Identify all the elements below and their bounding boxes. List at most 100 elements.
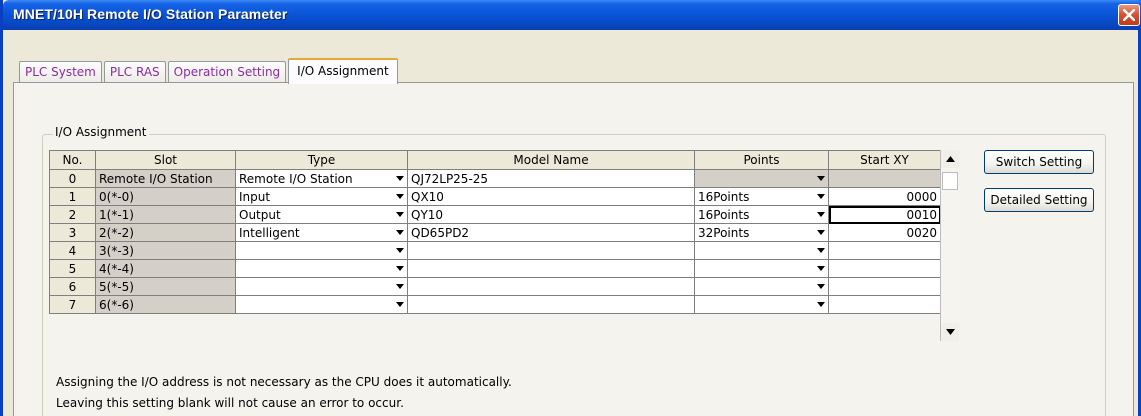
type-value: Input — [239, 189, 271, 204]
type-dropdown[interactable] — [235, 241, 408, 260]
chevron-down-icon — [396, 176, 404, 181]
chevron-down-icon — [396, 212, 404, 217]
points-dropdown[interactable] — [694, 241, 829, 260]
tab-plc-system[interactable]: PLC System — [19, 61, 102, 83]
slot-cell: 5(*-5) — [95, 277, 236, 296]
row-number: 4 — [49, 241, 96, 260]
type-dropdown[interactable]: Remote I/O Station — [235, 169, 408, 188]
slot-cell: 1(*-1) — [95, 205, 236, 224]
type-value: Intelligent — [239, 225, 300, 240]
start-xy-cell[interactable]: 0020 — [828, 223, 941, 242]
scroll-up-button[interactable] — [941, 150, 959, 168]
scrollbar-thumb[interactable] — [942, 172, 958, 190]
points-dropdown[interactable]: 16Points — [694, 187, 829, 206]
slot-cell: 4(*-4) — [95, 259, 236, 278]
dialog-window: MNET/10H Remote I/O Station Parameter PL… — [0, 0, 1141, 416]
points-dropdown[interactable] — [694, 169, 829, 188]
row-number: 2 — [49, 205, 96, 224]
model-name-cell[interactable]: QD65PD2 — [407, 223, 695, 242]
close-icon — [1123, 9, 1135, 21]
start-xy-cell[interactable] — [828, 277, 941, 296]
close-button[interactable] — [1118, 4, 1140, 26]
type-dropdown[interactable]: Input — [235, 187, 408, 206]
chevron-down-icon — [817, 266, 825, 271]
points-dropdown[interactable] — [694, 259, 829, 278]
chevron-down-icon — [396, 248, 404, 253]
points-dropdown[interactable] — [694, 277, 829, 296]
table-row: 7 6(*-6) — [49, 295, 941, 314]
title-bar[interactable]: MNET/10H Remote I/O Station Parameter — [3, 0, 1141, 30]
start-xy-cell[interactable] — [828, 295, 941, 314]
slot-cell: 0(*-0) — [95, 187, 236, 206]
row-number: 0 — [49, 169, 96, 188]
model-name-cell[interactable] — [407, 277, 695, 296]
tab-strip: PLC System PLC RAS Operation Setting I/O… — [19, 57, 400, 84]
column-header-model-name: Model Name — [407, 150, 695, 170]
chevron-down-icon — [817, 212, 825, 217]
chevron-down-icon — [817, 248, 825, 253]
row-number: 3 — [49, 223, 96, 242]
points-dropdown[interactable]: 32Points — [694, 223, 829, 242]
chevron-down-icon — [396, 194, 404, 199]
table-row: 4 3(*-3) — [49, 241, 941, 260]
type-dropdown[interactable]: Intelligent — [235, 223, 408, 242]
slot-cell: 6(*-6) — [95, 295, 236, 314]
column-header-type: Type — [235, 150, 408, 170]
points-value: 32Points — [698, 225, 750, 240]
row-number: 5 — [49, 259, 96, 278]
detailed-setting-button[interactable]: Detailed Setting — [984, 188, 1094, 212]
slot-cell: 3(*-3) — [95, 241, 236, 260]
chevron-down-icon — [396, 302, 404, 307]
model-name-cell[interactable] — [407, 259, 695, 278]
model-name-cell[interactable]: QY10 — [407, 205, 695, 224]
model-name-cell[interactable] — [407, 241, 695, 260]
slot-cell: Remote I/O Station — [95, 169, 236, 188]
tab-io-assignment[interactable]: I/O Assignment — [288, 58, 398, 84]
table-scrollbar[interactable] — [940, 150, 959, 341]
column-header-start-xy: Start XY — [828, 150, 941, 170]
switch-setting-button[interactable]: Switch Setting — [984, 150, 1094, 174]
type-dropdown[interactable] — [235, 259, 408, 278]
type-dropdown[interactable] — [235, 295, 408, 314]
table-row: 1 0(*-0) Input QX10 16Points 0000 — [49, 187, 941, 206]
chevron-down-icon — [817, 194, 825, 199]
chevron-down-icon — [396, 266, 404, 271]
chevron-down-icon — [817, 230, 825, 235]
scroll-down-arrow-icon — [945, 329, 955, 335]
type-value: Remote I/O Station — [239, 171, 353, 186]
chevron-down-icon — [396, 284, 404, 289]
column-header-points: Points — [694, 150, 829, 170]
points-dropdown[interactable]: 16Points — [694, 205, 829, 224]
tab-operation-setting[interactable]: Operation Setting — [167, 61, 287, 83]
info-note-auto-assign: Assigning the I/O address is not necessa… — [56, 375, 512, 389]
points-value: 16Points — [698, 189, 750, 204]
chevron-down-icon — [817, 176, 825, 181]
chevron-down-icon — [396, 230, 404, 235]
type-dropdown[interactable] — [235, 277, 408, 296]
column-header-slot: Slot — [95, 150, 236, 170]
start-xy-cell[interactable]: 0010 — [828, 205, 941, 224]
start-xy-cell[interactable]: 0000 — [828, 187, 941, 206]
start-xy-cell[interactable] — [828, 241, 941, 260]
tab-plc-ras[interactable]: PLC RAS — [103, 61, 166, 83]
model-name-cell[interactable]: QX10 — [407, 187, 695, 206]
column-header-no: No. — [49, 150, 96, 170]
start-xy-cell[interactable] — [828, 259, 941, 278]
chevron-down-icon — [817, 302, 825, 307]
points-value: 16Points — [698, 207, 750, 222]
scroll-down-button[interactable] — [941, 323, 959, 341]
type-dropdown[interactable]: Output — [235, 205, 408, 224]
slot-cell: 2(*-2) — [95, 223, 236, 242]
info-note-blank-setting: Leaving this setting blank will not caus… — [56, 396, 404, 410]
model-name-cell[interactable] — [407, 295, 695, 314]
table-row: 3 2(*-2) Intelligent QD65PD2 32Points 00… — [49, 223, 941, 242]
points-dropdown[interactable] — [694, 295, 829, 314]
row-number: 1 — [49, 187, 96, 206]
row-number: 7 — [49, 295, 96, 314]
chevron-down-icon — [817, 284, 825, 289]
io-assignment-table: No. Slot Type Model Name Points Start XY… — [49, 150, 941, 314]
start-xy-cell — [828, 169, 941, 188]
row-number: 6 — [49, 277, 96, 296]
scroll-up-arrow-icon — [945, 156, 955, 162]
model-name-cell[interactable]: QJ72LP25-25 — [407, 169, 695, 188]
